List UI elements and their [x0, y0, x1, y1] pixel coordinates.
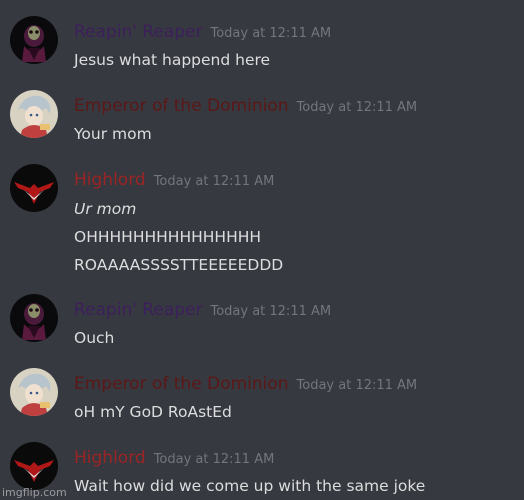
message-text: Wait how did we come up with the same jo…: [74, 477, 426, 495]
username[interactable]: Emperor of the Dominion: [74, 96, 289, 116]
red-eagle-emblem-avatar-icon[interactable]: [10, 164, 58, 212]
message-text: Ouch: [74, 329, 115, 347]
username[interactable]: Reapin' Reaper: [74, 22, 202, 42]
timestamp: Today at 12:11 AM: [210, 304, 332, 319]
red-eagle-emblem-avatar-icon[interactable]: [10, 442, 58, 490]
username[interactable]: Reapin' Reaper: [74, 300, 202, 320]
imgflip-watermark: imgflip.com: [2, 486, 67, 499]
username[interactable]: Highlord: [74, 170, 146, 190]
timestamp: Today at 12:11 AM: [210, 26, 332, 41]
anime-character-avatar-icon[interactable]: [10, 90, 58, 138]
timestamp: Today at 12:11 AM: [153, 174, 275, 189]
message-text: oH mY GoD RoAstEd: [74, 403, 232, 421]
message-text: Your mom: [74, 125, 152, 143]
timestamp: Today at 12:11 AM: [296, 378, 418, 393]
message-text: ROAAAASSSSTTEEEEEDDD: [74, 256, 284, 274]
timestamp: Today at 12:11 AM: [153, 452, 275, 467]
reaper-skull-avatar-icon[interactable]: [10, 16, 58, 64]
username[interactable]: Highlord: [74, 448, 146, 468]
timestamp: Today at 12:11 AM: [296, 100, 418, 115]
message-text: Jesus what happend here: [74, 51, 271, 69]
username[interactable]: Emperor of the Dominion: [74, 374, 289, 394]
anime-character-avatar-icon[interactable]: [10, 368, 58, 416]
message-text: OHHHHHHHHHHHHHHH: [74, 228, 262, 246]
message-text: Ur mom: [74, 200, 137, 218]
reaper-skull-avatar-icon[interactable]: [10, 294, 58, 342]
